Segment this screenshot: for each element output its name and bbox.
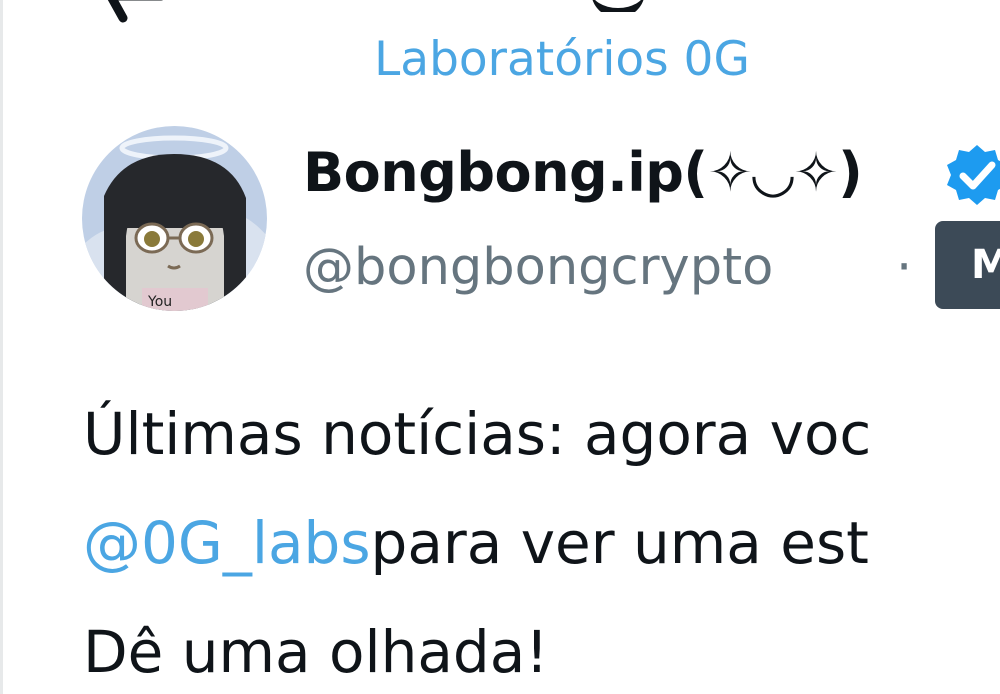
tweet-text-line-1: Últimas notícias: agora voc (83, 400, 872, 468)
mention-link[interactable]: @0G_labs (83, 509, 371, 577)
tweet-text-line-2: @0G_labspara ver uma est (83, 507, 869, 579)
verified-badge-icon (947, 145, 1000, 205)
tweet-frame: Laboratórios 0G You Bongbong.ip(✧◡✧) @bo… (0, 0, 1000, 694)
handle-separator: · (896, 238, 913, 297)
tweet-text-line-2-rest: para ver uma est (370, 509, 869, 577)
header-title-cropped (543, 0, 663, 12)
author-handle[interactable]: @bongbongcrypto (303, 236, 773, 300)
account-badge[interactable]: M (935, 221, 1000, 309)
avatar[interactable]: You (82, 126, 267, 311)
tweet-text-line-3: Dê uma olhada! (83, 618, 549, 686)
arrow-left-icon[interactable] (95, 0, 165, 24)
svg-text:You: You (147, 294, 172, 310)
display-name[interactable]: Bongbong.ip(✧◡✧) (303, 140, 863, 206)
header-subtitle: Laboratórios 0G (374, 32, 750, 87)
